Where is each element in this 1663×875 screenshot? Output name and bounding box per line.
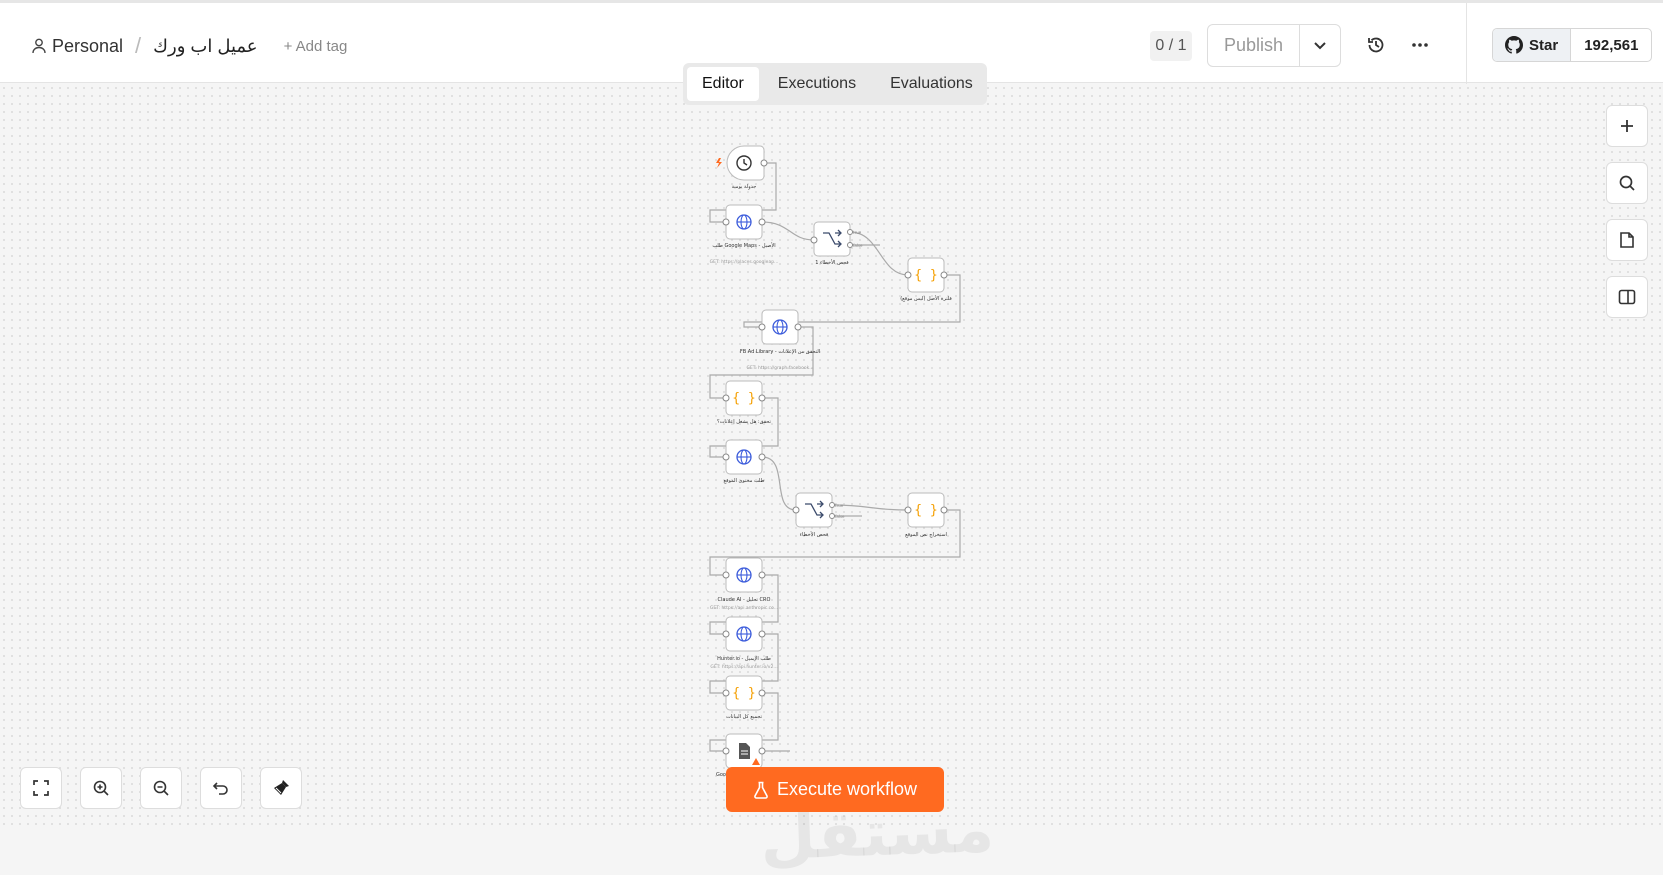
node-http-request[interactable]: FB Ad Library - التحقق من الإعلانات GET:…	[740, 309, 820, 371]
node-if-switch[interactable]: true false فحص الأخطاء 1	[810, 221, 863, 266]
fit-view-button[interactable]	[20, 767, 62, 809]
connection	[761, 221, 815, 241]
node-label: فلترة الأصل (ليس موقع)	[900, 295, 952, 302]
output-false-label: false	[853, 243, 863, 248]
output-true-label: true	[853, 230, 862, 235]
code-icon: { }	[732, 686, 755, 701]
node-label: فحص الأخطاء 1	[815, 259, 849, 266]
node-label: جدولة يومية	[732, 184, 757, 190]
node-label: Claude AI - تحليل CRO	[718, 597, 771, 603]
node-if-switch[interactable]: true false فحص الأخطاء	[792, 492, 845, 538]
node-subtitle: GET: https://graph.facebook...	[746, 365, 813, 371]
add-node-button[interactable]	[1606, 105, 1648, 147]
node-label: Hunter.io - طلب الإيميل	[717, 656, 771, 662]
node-code[interactable]: { } تجميع كل البيانات	[722, 675, 766, 720]
flask-icon	[754, 781, 768, 799]
code-icon: { }	[914, 503, 937, 518]
bolt-icon	[716, 158, 722, 168]
note-icon	[1620, 232, 1634, 248]
node-subtitle: GET: https://places.googleap...	[710, 259, 779, 265]
undo-icon	[212, 782, 228, 795]
connection	[849, 231, 909, 276]
output-false-label: false	[835, 514, 845, 519]
panel-icon	[1618, 289, 1636, 305]
node-subtitle: GET: https://api.anthropic.co...	[710, 605, 778, 611]
node-code[interactable]: { } تحقق: هل يشغل إعلانات؟	[717, 380, 772, 425]
plus-icon	[1621, 120, 1633, 132]
node-http-request[interactable]: Hunter.io - طلب الإيميل GET: https://api…	[710, 616, 778, 670]
node-label: استخراج نص الموقع	[905, 532, 947, 538]
connection	[831, 504, 909, 511]
node-code[interactable]: { } استخراج نص الموقع	[904, 492, 948, 538]
output-true-label: true	[835, 503, 844, 508]
undo-button[interactable]	[200, 767, 242, 809]
zoom-out-button[interactable]	[140, 767, 182, 809]
canvas-zoom-toolbar	[20, 767, 302, 809]
zoom-in-icon	[93, 780, 109, 796]
node-label: طلب محتوى الموقع	[723, 478, 764, 484]
toggle-panel-button[interactable]	[1606, 276, 1648, 318]
zoom-in-button[interactable]	[80, 767, 122, 809]
execute-workflow-button[interactable]: Execute workflow	[726, 767, 944, 812]
node-http-request[interactable]: Claude AI - تحليل CRO GET: https://api.a…	[710, 557, 778, 611]
search-icon	[1619, 175, 1635, 191]
node-label: تحقق: هل يشغل إعلانات؟	[717, 419, 771, 425]
canvas-right-toolbar	[1606, 105, 1648, 318]
fullscreen-icon	[33, 780, 49, 796]
workflow-graph: جدولة يومية طلب Google Maps - الأصيل GET…	[709, 145, 961, 778]
code-icon: { }	[914, 268, 937, 283]
node-label: طلب Google Maps - الأصيل	[712, 242, 775, 249]
sheet-icon	[739, 743, 750, 759]
broom-icon	[274, 780, 289, 795]
node-http-request[interactable]: طلب محتوى الموقع	[722, 439, 766, 484]
node-schedule-trigger[interactable]: جدولة يومية	[716, 145, 768, 190]
zoom-out-icon	[153, 780, 169, 796]
node-label: FB Ad Library - التحقق من الإعلانات	[740, 349, 820, 355]
code-icon: { }	[732, 391, 755, 406]
node-label: تجميع كل البيانات	[726, 714, 763, 720]
tidy-up-button[interactable]	[260, 767, 302, 809]
node-subtitle: GET: https://api.hunter.io/v2...	[710, 664, 777, 670]
search-nodes-button[interactable]	[1606, 162, 1648, 204]
execute-workflow-label: Execute workflow	[776, 779, 918, 799]
connection	[761, 456, 797, 511]
node-label: فحص الأخطاء	[800, 531, 829, 538]
node-code[interactable]: { } فلترة الأصل (ليس موقع)	[900, 257, 952, 302]
node-http-request[interactable]: طلب Google Maps - الأصيل GET: https://pl…	[710, 204, 779, 265]
sticky-note-button[interactable]	[1606, 219, 1648, 261]
